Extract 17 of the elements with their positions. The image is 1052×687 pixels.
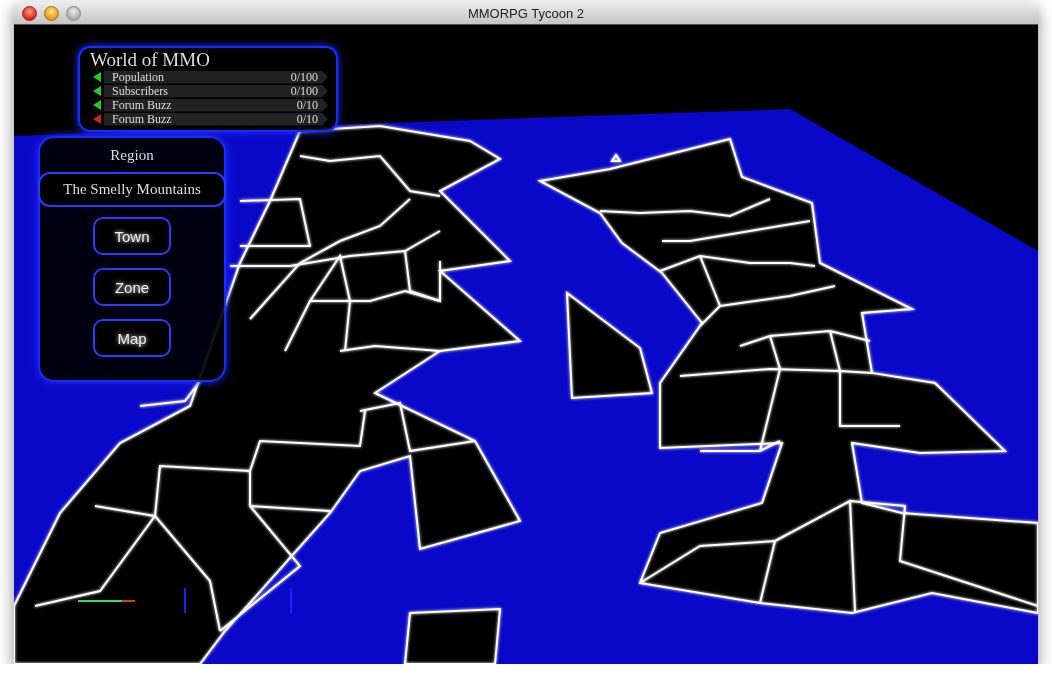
view-button[interactable]: Zone [93, 268, 171, 306]
stat-value: 0/10 [296, 98, 318, 112]
view-button[interactable]: Town [93, 217, 171, 255]
window-title: MMORPG Tycoon 2 [467, 5, 585, 21]
region-name: The Smelly Mountains [38, 172, 226, 207]
stat-label: Forum Buzz [112, 98, 172, 112]
stat-label: Forum Buzz [112, 112, 172, 126]
region-heading: Region [110, 146, 154, 164]
world-title: World of MMO [90, 49, 210, 70]
stat-value: 0/100 [290, 70, 318, 84]
view-button[interactable]: Map [93, 319, 171, 357]
stat-value: 0/100 [290, 84, 318, 98]
stat-label: Subscribers [112, 84, 168, 98]
close-button[interactable] [22, 5, 37, 21]
stat-value: 0/10 [296, 112, 318, 126]
minimize-button[interactable] [44, 5, 59, 21]
stat-label: Population [112, 70, 164, 84]
